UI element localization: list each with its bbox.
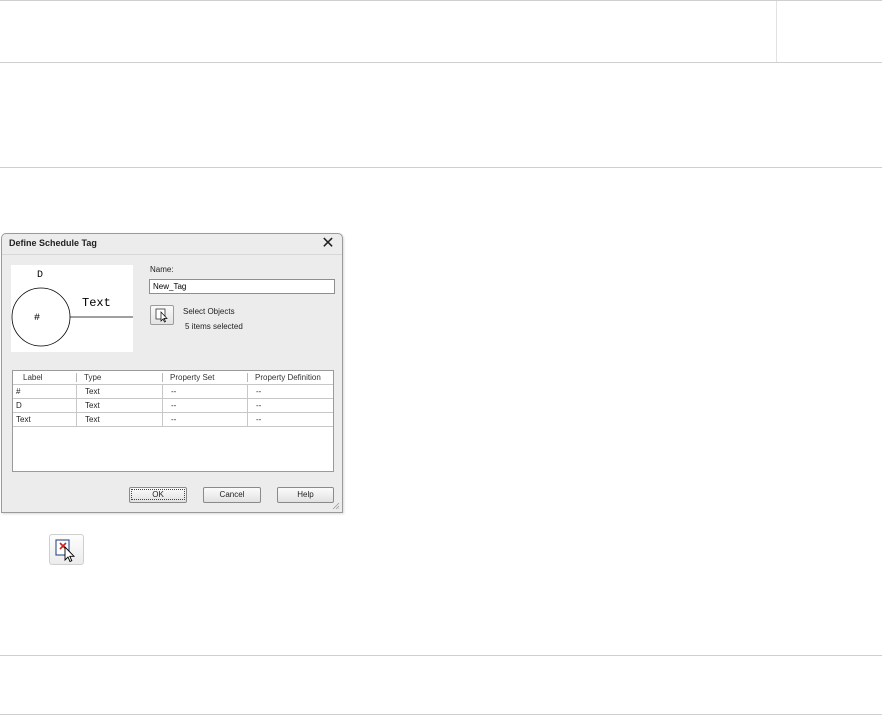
ok-button[interactable]: OK (129, 487, 187, 503)
selected-count: 5 items selected (185, 322, 243, 331)
cell-property-definition: -- (256, 387, 262, 396)
divider-1 (0, 62, 882, 63)
column-header-type[interactable]: Type (77, 373, 163, 382)
dialog-titlebar[interactable]: Define Schedule Tag ✕ (2, 234, 342, 255)
table-row[interactable]: D Text -- -- (13, 399, 333, 413)
table-header: Label Type Property Set Property Definit… (13, 371, 333, 385)
cancel-button[interactable]: Cancel (203, 487, 261, 503)
dialog-title: Define Schedule Tag (9, 238, 97, 248)
resize-grip-icon[interactable] (332, 502, 340, 510)
cell-property-definition: -- (256, 415, 262, 424)
cell-property-set: -- (163, 413, 248, 426)
cell-label: # (13, 385, 77, 398)
tag-preview-drawing: D # Text (11, 270, 133, 347)
column-header-property-definition[interactable]: Property Definition (248, 373, 333, 382)
preview-circle-label: # (34, 313, 40, 324)
cell-property-set: -- (163, 385, 248, 398)
select-objects-label: Select Objects (183, 307, 235, 316)
documentation-page: Define Schedule Tag ✕ D # Text Name: New… (0, 0, 882, 715)
cell-type: Text (77, 413, 163, 426)
name-label: Name: (150, 265, 174, 274)
select-objects-icon (55, 539, 76, 563)
column-header-property-set[interactable]: Property Set (163, 373, 248, 382)
name-input[interactable]: New_Tag (149, 279, 335, 294)
column-divider (776, 0, 777, 63)
divider-top (0, 0, 882, 1)
tag-properties-table[interactable]: Label Type Property Set Property Definit… (12, 370, 334, 472)
ok-button-label: OK (131, 489, 185, 500)
cell-label: Text (13, 413, 77, 426)
select-objects-button-large (49, 534, 84, 565)
divider-3 (0, 655, 882, 656)
tag-preview: D # Text (11, 265, 133, 352)
close-icon[interactable]: ✕ (319, 235, 337, 253)
table-row[interactable]: Text Text -- -- (13, 413, 333, 427)
cell-type: Text (77, 385, 163, 398)
help-button[interactable]: Help (277, 487, 334, 503)
select-objects-icon (155, 308, 168, 323)
column-header-label[interactable]: Label (13, 373, 77, 382)
cell-type: Text (77, 399, 163, 412)
cell-label: D (13, 399, 77, 412)
preview-circle (11, 287, 71, 347)
preview-top-label: D (37, 270, 43, 281)
define-schedule-tag-dialog: Define Schedule Tag ✕ D # Text Name: New… (1, 233, 343, 513)
preview-line-label: Text (82, 296, 111, 310)
table-row[interactable]: # Text -- -- (13, 385, 333, 399)
divider-2 (0, 167, 882, 168)
cell-property-definition: -- (256, 401, 262, 410)
cell-property-set: -- (163, 399, 248, 412)
select-objects-button[interactable] (150, 305, 174, 325)
